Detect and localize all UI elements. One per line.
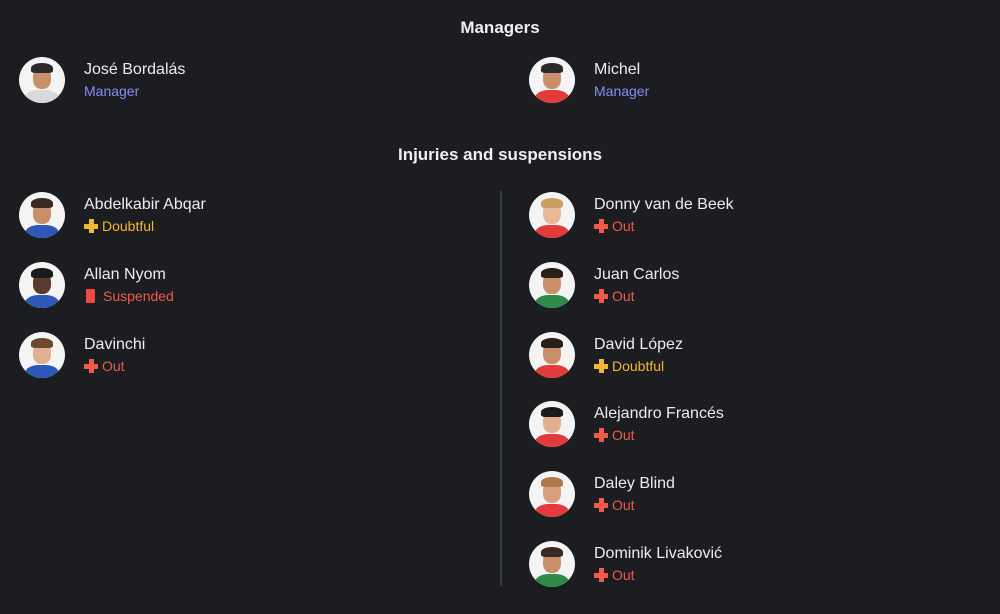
avatar (529, 57, 575, 103)
player-status: Out (594, 566, 722, 584)
player-item[interactable]: Donny van de Beek Out (529, 191, 734, 239)
player-status: Out (594, 496, 675, 514)
manager-item[interactable]: Michel Manager (529, 56, 649, 104)
player-status: Suspended (84, 287, 174, 305)
player-status: Out (594, 287, 679, 305)
player-status: Out (594, 426, 724, 444)
manager-name: José Bordalás (84, 61, 186, 78)
plus-icon (594, 498, 608, 512)
player-name: Abdelkabir Abqar (84, 196, 206, 213)
column-divider (500, 191, 502, 586)
manager-role: Manager (594, 83, 650, 99)
player-name: David López (594, 336, 683, 353)
managers-title: Managers (460, 18, 540, 37)
plus-icon (84, 359, 98, 373)
player-name: Davinchi (84, 336, 146, 353)
avatar (529, 192, 575, 238)
player-name: Allan Nyom (84, 266, 166, 283)
player-status: Doubtful (84, 217, 206, 235)
avatar (529, 541, 575, 587)
plus-icon (594, 359, 608, 373)
plus-icon (594, 289, 608, 303)
player-item[interactable]: Alejandro Francés Out (529, 400, 724, 448)
player-item[interactable]: Davinchi Out (19, 331, 145, 379)
player-item[interactable]: Daley Blind Out (529, 470, 675, 518)
avatar (19, 57, 65, 103)
player-item[interactable]: Dominik Livaković Out (529, 540, 722, 588)
player-name: Alejandro Francés (594, 405, 724, 422)
player-item[interactable]: Abdelkabir Abqar Doubtful (19, 191, 206, 239)
avatar (19, 262, 65, 308)
plus-icon (594, 428, 608, 442)
avatar (529, 471, 575, 517)
player-name: Juan Carlos (594, 266, 680, 283)
player-status: Out (594, 217, 734, 235)
player-status: Doubtful (594, 357, 683, 375)
red-card-icon (86, 289, 95, 303)
player-item[interactable]: Juan Carlos Out (529, 261, 679, 309)
plus-icon (594, 219, 608, 233)
manager-role: Manager (84, 83, 140, 99)
avatar (529, 332, 575, 378)
injuries-title: Injuries and suspensions (397, 145, 603, 164)
player-name: Dominik Livaković (594, 545, 723, 562)
player-item[interactable]: Allan Nyom Suspended (19, 261, 174, 309)
avatar (19, 192, 65, 238)
player-status: Out (84, 357, 145, 375)
player-item[interactable]: David López Doubtful (529, 331, 683, 379)
plus-icon (84, 219, 98, 233)
manager-item[interactable]: José Bordalás Manager (19, 56, 185, 104)
player-name: Daley Blind (594, 475, 675, 492)
avatar (529, 401, 575, 447)
avatar (19, 332, 65, 378)
manager-name: Michel (594, 61, 641, 78)
plus-icon (594, 568, 608, 582)
avatar (529, 262, 575, 308)
player-name: Donny van de Beek (594, 196, 734, 213)
